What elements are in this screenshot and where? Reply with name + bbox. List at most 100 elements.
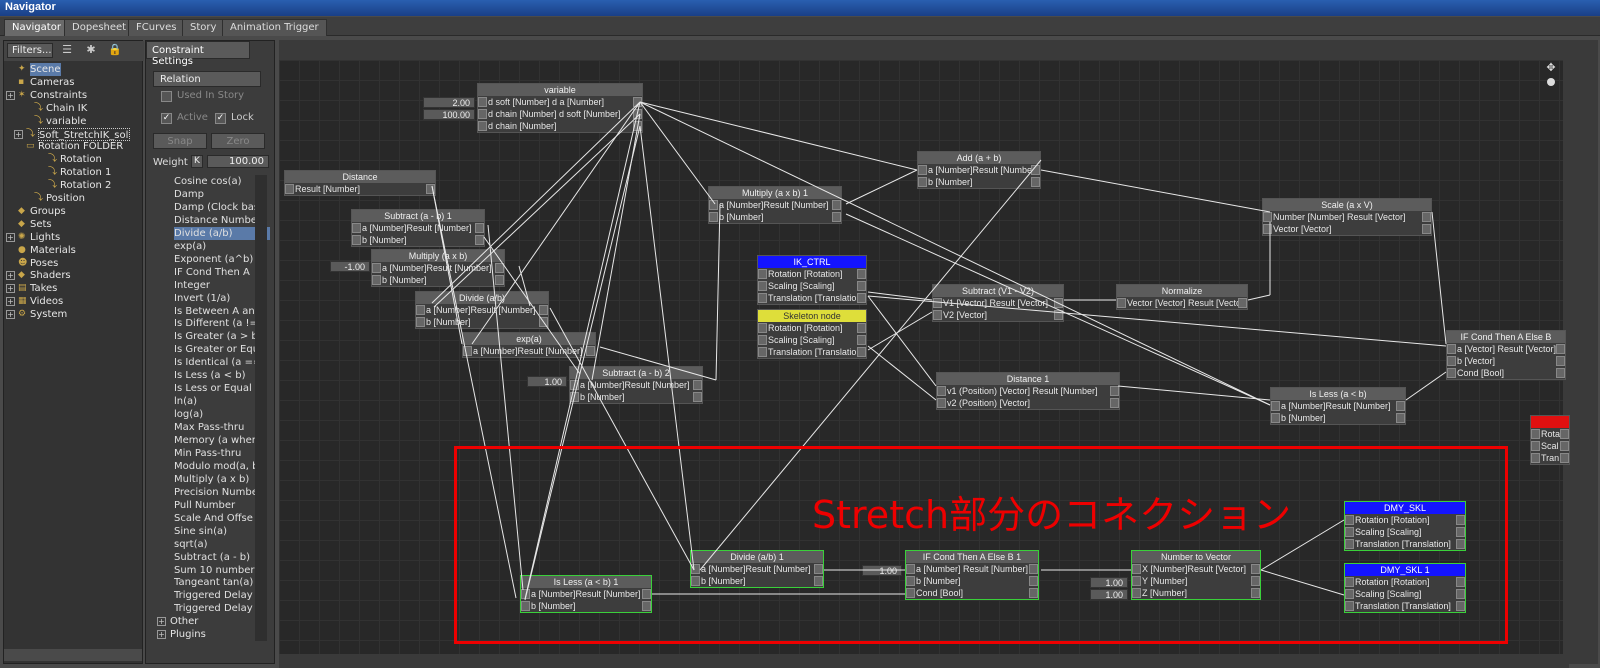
output-pin[interactable] [475,223,484,233]
input-pin[interactable] [1447,368,1456,378]
constant-value-field[interactable]: -1.00 [330,261,370,272]
output-pin[interactable] [1560,429,1569,439]
output-pin[interactable] [857,281,866,291]
category-expand-toggle[interactable]: + [157,630,166,639]
constant-value-field[interactable]: 100.00 [423,109,475,120]
output-pin[interactable] [1560,441,1569,451]
tree-item-takes[interactable]: Takes [30,282,57,295]
input-pin[interactable] [372,275,381,285]
tab-navigator[interactable]: Navigator [4,19,69,36]
node-variable[interactable]: variable d soft [Number] d a [Number] d ch… [477,83,643,133]
output-pin[interactable] [1556,344,1565,354]
input-pin[interactable] [758,347,767,357]
output-pin[interactable] [495,263,504,273]
output-pin[interactable] [1396,401,1405,411]
lock-icon[interactable]: 🔒 [108,43,122,57]
input-pin[interactable] [709,200,718,210]
tree-expand-toggle[interactable]: + [6,284,15,294]
input-pin[interactable] [758,293,767,303]
output-pin[interactable] [539,305,548,315]
input-pin[interactable] [1117,298,1126,308]
active-checkbox[interactable]: ✓ [161,113,172,124]
graph-navigation-icon[interactable]: ✥ [1543,62,1559,92]
input-pin[interactable] [1531,453,1540,463]
input-pin[interactable] [918,177,927,187]
input-pin[interactable] [478,109,487,119]
node-exp[interactable]: exp(a) a [Number]Result [Number] [462,332,596,358]
input-pin[interactable] [1447,356,1456,366]
output-pin[interactable] [1238,298,1247,308]
tree-item-position[interactable]: Position [46,192,85,205]
input-pin[interactable] [416,317,425,327]
tree-expand-toggle[interactable]: + [6,310,15,320]
tree-item-videos[interactable]: Videos [30,295,63,308]
input-pin[interactable] [758,335,767,345]
tab-fcurves[interactable]: FCurves [128,19,185,36]
tree-item-variable[interactable]: variable [46,115,86,128]
tab-constraint-settings[interactable]: Constraint Settings [146,41,250,67]
tree-expand-toggle[interactable]: + [6,90,15,100]
tree-expand-toggle[interactable]: + [6,232,15,242]
tree-item-soft-stretchik-solve[interactable]: Soft_StretchIK_solve [38,127,130,141]
tree-item-materials[interactable]: Materials [30,244,76,257]
input-pin[interactable] [918,165,927,175]
output-pin[interactable] [475,235,484,245]
input-pin[interactable] [570,392,579,402]
tree-item-cameras[interactable]: Cameras [30,76,74,89]
output-pin[interactable] [832,212,841,222]
output-pin[interactable] [1031,165,1040,175]
output-pin[interactable] [857,335,866,345]
output-pin[interactable] [633,97,642,107]
node-distance1[interactable]: Distance 1 v1 (Position) [Vector] Result … [936,372,1120,410]
tab-dopesheet[interactable]: Dopesheet [64,19,135,36]
input-pin[interactable] [1447,344,1456,354]
tree-item-lights[interactable]: Lights [30,231,60,244]
input-pin[interactable] [1271,401,1280,411]
input-pin[interactable] [478,121,487,131]
tree-item-shaders[interactable]: Shaders [30,269,71,282]
output-pin[interactable] [693,392,702,402]
input-pin[interactable] [352,223,361,233]
tree-item-scene[interactable]: Scene [30,63,61,76]
input-pin[interactable] [709,212,718,222]
input-pin[interactable] [933,310,942,320]
tree-expand-toggle[interactable]: + [6,271,15,281]
output-pin[interactable] [426,184,435,194]
output-pin[interactable] [633,109,642,119]
output-pin[interactable] [495,275,504,285]
output-pin[interactable] [1054,310,1063,320]
operator-list-scrollbar[interactable] [255,175,267,641]
tree-item-poses[interactable]: Poses [30,257,58,270]
input-pin[interactable] [1271,413,1280,423]
output-pin[interactable] [1556,368,1565,378]
node-normalize[interactable]: Normalize Vector [Vector] Result [Vector] [1116,284,1248,310]
tree-item-chain-ik[interactable]: Chain IK [46,102,87,115]
tree-expand-toggle[interactable]: + [14,129,23,139]
tree-expand-toggle[interactable]: + [6,297,15,307]
output-pin[interactable] [857,323,866,333]
output-pin[interactable] [539,317,548,327]
output-pin[interactable] [586,346,595,356]
tab-animation-trigger[interactable]: Animation Trigger [222,19,327,36]
node-multiply[interactable]: Multiply (a x b) a [Number]Result [Number… [371,249,505,287]
zero-button[interactable]: Zero [211,133,265,149]
used-in-story-checkbox[interactable] [161,91,172,102]
output-pin[interactable] [1422,224,1431,234]
snap-button[interactable]: Snap [153,133,207,149]
tab-story[interactable]: Story [182,19,225,36]
input-pin[interactable] [758,269,767,279]
output-pin[interactable] [832,200,841,210]
node-partial[interactable]: Rota Scal Tran [1530,415,1570,465]
input-pin[interactable] [1531,429,1540,439]
output-pin[interactable] [857,293,866,303]
input-pin[interactable] [463,346,472,356]
input-pin[interactable] [1263,212,1272,222]
tree-item-rotation-2[interactable]: Rotation 2 [60,179,111,192]
node-distance[interactable]: Distance Result [Number] [284,170,436,196]
output-pin[interactable] [1422,212,1431,222]
output-pin[interactable] [1560,453,1569,463]
operator-category-plugins[interactable]: Plugins [170,628,206,641]
tree-item-rotation[interactable]: Rotation [60,153,102,166]
output-pin[interactable] [1556,356,1565,366]
input-pin[interactable] [478,97,487,107]
